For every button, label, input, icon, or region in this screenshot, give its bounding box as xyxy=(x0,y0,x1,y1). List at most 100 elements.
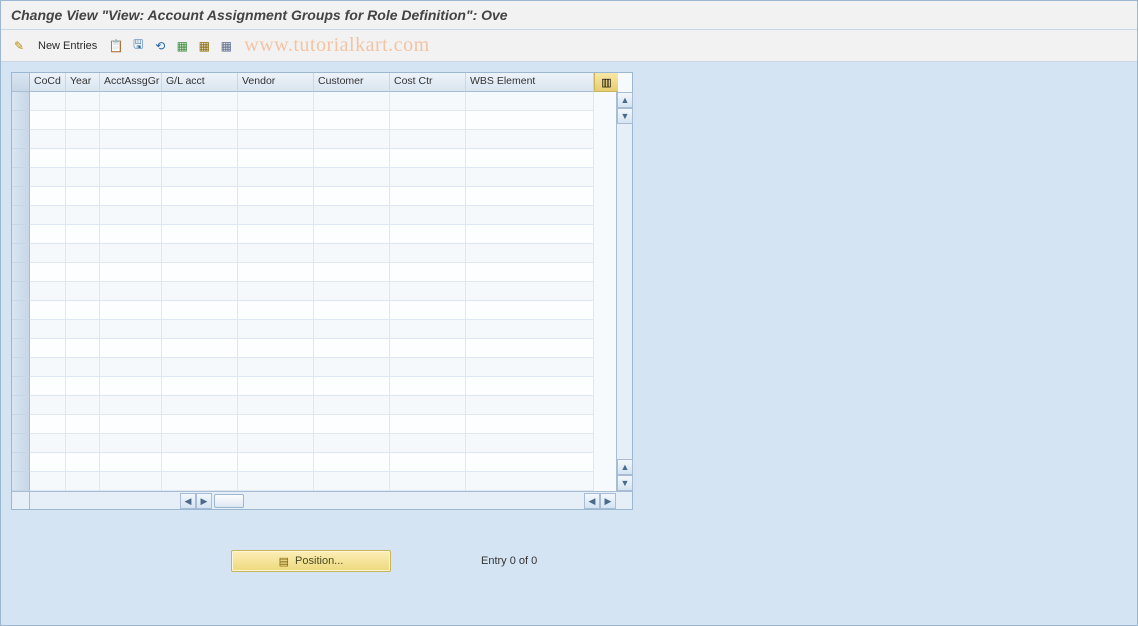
cell[interactable] xyxy=(390,149,466,168)
cell[interactable] xyxy=(30,168,66,187)
cell[interactable] xyxy=(238,168,314,187)
row-selector[interactable] xyxy=(12,301,30,320)
cell[interactable] xyxy=(100,244,162,263)
cell[interactable] xyxy=(30,149,66,168)
col-header-customer[interactable]: Customer xyxy=(314,73,390,92)
cell[interactable] xyxy=(314,472,390,491)
table-settings-button[interactable] xyxy=(216,36,236,56)
cell[interactable] xyxy=(162,168,238,187)
row-selector[interactable] xyxy=(12,206,30,225)
deselect-all-button[interactable] xyxy=(194,36,214,56)
cell[interactable] xyxy=(314,339,390,358)
cell[interactable] xyxy=(466,339,594,358)
hscroll-left-button[interactable]: ◀ xyxy=(180,493,196,509)
cell[interactable] xyxy=(66,111,100,130)
cell[interactable] xyxy=(162,149,238,168)
cell[interactable] xyxy=(30,358,66,377)
cell[interactable] xyxy=(162,301,238,320)
row-selector[interactable] xyxy=(12,187,30,206)
cell[interactable] xyxy=(314,377,390,396)
cell[interactable] xyxy=(390,396,466,415)
cell[interactable] xyxy=(238,301,314,320)
col-header-year[interactable]: Year xyxy=(66,73,100,92)
cell[interactable] xyxy=(238,244,314,263)
configure-columns-button[interactable]: ▥ xyxy=(594,73,618,92)
cell[interactable] xyxy=(314,263,390,282)
cell[interactable] xyxy=(238,130,314,149)
cell[interactable] xyxy=(30,434,66,453)
cell[interactable] xyxy=(466,320,594,339)
cell[interactable] xyxy=(100,282,162,301)
cell[interactable] xyxy=(466,263,594,282)
cell[interactable] xyxy=(390,244,466,263)
row-selector[interactable] xyxy=(12,453,30,472)
cell[interactable] xyxy=(466,396,594,415)
cell[interactable] xyxy=(314,453,390,472)
cell[interactable] xyxy=(30,472,66,491)
cell[interactable] xyxy=(238,377,314,396)
cell[interactable] xyxy=(100,225,162,244)
hscroll-right2-button[interactable]: ▶ xyxy=(600,493,616,509)
cell[interactable] xyxy=(66,244,100,263)
cell[interactable] xyxy=(466,206,594,225)
cell[interactable] xyxy=(466,415,594,434)
row-selector[interactable] xyxy=(12,415,30,434)
cell[interactable] xyxy=(466,301,594,320)
scroll-up-button[interactable]: ▲ xyxy=(617,92,633,108)
cell[interactable] xyxy=(466,472,594,491)
cell[interactable] xyxy=(390,263,466,282)
cell[interactable] xyxy=(314,244,390,263)
cell[interactable] xyxy=(66,339,100,358)
cell[interactable] xyxy=(162,282,238,301)
cell[interactable] xyxy=(100,415,162,434)
cell[interactable] xyxy=(466,244,594,263)
cell[interactable] xyxy=(238,206,314,225)
cell[interactable] xyxy=(30,377,66,396)
cell[interactable] xyxy=(466,225,594,244)
row-selector[interactable] xyxy=(12,263,30,282)
edit-icon[interactable] xyxy=(9,36,29,56)
cell[interactable] xyxy=(100,149,162,168)
cell[interactable] xyxy=(390,415,466,434)
row-selector[interactable] xyxy=(12,472,30,491)
row-selector[interactable] xyxy=(12,396,30,415)
cell[interactable] xyxy=(30,244,66,263)
save-button[interactable] xyxy=(128,36,148,56)
cell[interactable] xyxy=(390,111,466,130)
vscroll-track[interactable] xyxy=(617,124,632,459)
row-selector[interactable] xyxy=(12,149,30,168)
cell[interactable] xyxy=(66,301,100,320)
cell[interactable] xyxy=(466,453,594,472)
cell[interactable] xyxy=(100,263,162,282)
cell[interactable] xyxy=(162,111,238,130)
cell[interactable] xyxy=(466,358,594,377)
cell[interactable] xyxy=(30,130,66,149)
cell[interactable] xyxy=(466,130,594,149)
cell[interactable] xyxy=(66,149,100,168)
cell[interactable] xyxy=(390,320,466,339)
cell[interactable] xyxy=(66,415,100,434)
cell[interactable] xyxy=(66,396,100,415)
cell[interactable] xyxy=(66,206,100,225)
cell[interactable] xyxy=(314,320,390,339)
cell[interactable] xyxy=(238,358,314,377)
undo-button[interactable] xyxy=(150,36,170,56)
scroll-down2-button[interactable]: ▼ xyxy=(617,475,633,491)
cell[interactable] xyxy=(30,301,66,320)
cell[interactable] xyxy=(162,453,238,472)
scroll-up2-button[interactable]: ▲ xyxy=(617,459,633,475)
cell[interactable] xyxy=(466,187,594,206)
cell[interactable] xyxy=(100,206,162,225)
row-selector[interactable] xyxy=(12,320,30,339)
cell[interactable] xyxy=(66,320,100,339)
cell[interactable] xyxy=(466,149,594,168)
cell[interactable] xyxy=(314,282,390,301)
cell[interactable] xyxy=(162,225,238,244)
row-selector[interactable] xyxy=(12,244,30,263)
cell[interactable] xyxy=(238,396,314,415)
col-header-glacct[interactable]: G/L acct xyxy=(162,73,238,92)
cell[interactable] xyxy=(466,377,594,396)
cell[interactable] xyxy=(30,111,66,130)
cell[interactable] xyxy=(314,149,390,168)
cell[interactable] xyxy=(66,92,100,111)
